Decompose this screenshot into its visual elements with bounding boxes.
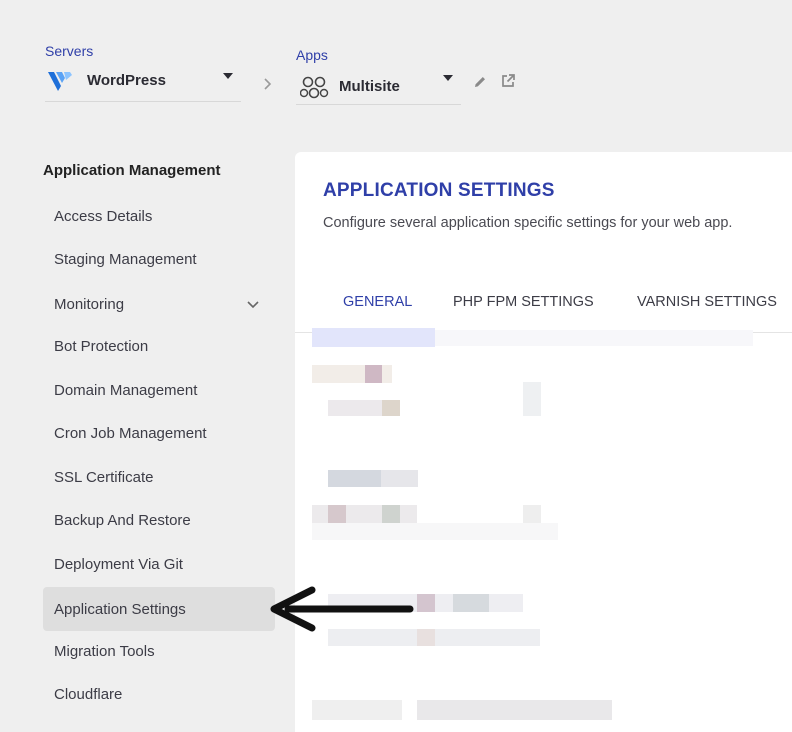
sidebar-item-monitoring[interactable]: Monitoring — [43, 282, 275, 326]
server-name: WordPress — [87, 72, 166, 89]
sidebar-item-deployment-via-git[interactable]: Deployment Via Git — [43, 542, 275, 586]
sidebar-item-domain-management[interactable]: Domain Management — [43, 368, 275, 412]
sidebar-item-application-settings[interactable]: Application Settings — [43, 587, 275, 631]
sidebar-item-label: Cron Job Management — [54, 424, 207, 442]
sidebar-item-access-details[interactable]: Access Details — [43, 194, 275, 238]
app-name: Multisite — [339, 78, 400, 95]
sidebar-title: Application Management — [43, 162, 221, 179]
sidebar-item-cron-job-management[interactable]: Cron Job Management — [43, 411, 275, 455]
sidebar-item-label: Bot Protection — [54, 337, 149, 355]
tab-varnish-settings[interactable]: VARNISH SETTINGS — [637, 294, 777, 310]
sidebar-item-label: Access Details — [54, 207, 153, 225]
chevron-down-icon — [223, 73, 233, 79]
sidebar-item-label: Application Settings — [54, 600, 186, 618]
tab-php-fpm-settings[interactable]: PHP FPM SETTINGS — [453, 294, 594, 310]
sidebar-item-label: Deployment Via Git — [54, 555, 183, 573]
sidebar-item-label: Staging Management — [54, 250, 197, 268]
sidebar-item-label: Cloudflare — [54, 685, 123, 703]
page-title: APPLICATION SETTINGS — [323, 180, 555, 201]
external-link-icon[interactable] — [499, 72, 517, 90]
settings-tabs: GENERAL PHP FPM SETTINGS VARNISH SETTING… — [295, 282, 792, 333]
sidebar-item-backup-and-restore[interactable]: Backup And Restore — [43, 498, 275, 542]
servers-label: Servers — [45, 43, 94, 59]
sidebar-item-bot-protection[interactable]: Bot Protection — [43, 324, 275, 368]
sidebar-item-label: Monitoring — [54, 295, 125, 313]
server-selector[interactable]: WordPress — [45, 66, 241, 102]
chevron-down-icon — [246, 297, 260, 314]
sidebar-item-label: SSL Certificate — [54, 468, 154, 486]
sidebar-item-cloudflare[interactable]: Cloudflare — [43, 672, 275, 716]
edit-pencil-icon[interactable] — [472, 74, 488, 90]
sidebar-item-label: Migration Tools — [54, 642, 155, 660]
wordpress-multisite-icon — [299, 76, 330, 105]
tab-general[interactable]: GENERAL — [343, 294, 412, 310]
settings-panel: APPLICATION SETTINGS Configure several a… — [295, 152, 792, 732]
pointer-arrow — [266, 586, 414, 639]
sidebar-item-label: Domain Management — [54, 381, 198, 399]
apps-label: Apps — [296, 47, 328, 63]
vultr-logo-icon — [48, 70, 74, 97]
sidebar-item-ssl-certificate[interactable]: SSL Certificate — [43, 455, 275, 499]
app-selector[interactable]: Multisite — [296, 70, 461, 105]
chevron-down-icon — [443, 75, 453, 81]
sidebar-item-staging-management[interactable]: Staging Management — [43, 237, 275, 281]
sidebar-item-label: Backup And Restore — [54, 511, 191, 529]
page-description: Configure several application specific s… — [323, 215, 733, 231]
sidebar-item-migration-tools[interactable]: Migration Tools — [43, 629, 275, 673]
chevron-right-icon — [263, 77, 273, 96]
